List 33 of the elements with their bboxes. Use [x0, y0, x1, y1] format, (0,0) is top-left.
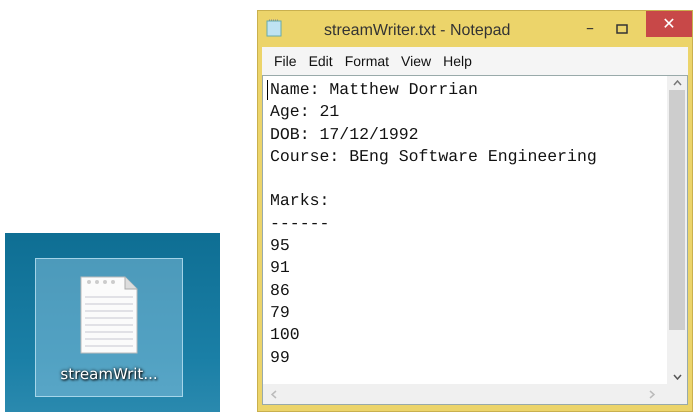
text-area[interactable]: Name: Matthew Dorrian Age: 21 DOB: 17/12/1992 Course: BEng Software Engineering Marks: ------ 95 91 86 79 100 99: [262, 75, 688, 405]
minimize-button[interactable]: –: [574, 15, 606, 41]
notepad-icon: [266, 19, 282, 37]
file-name: streamWrit...: [60, 364, 158, 385]
text-line: 95: [270, 235, 291, 258]
text-line: Name: Matthew Dorrian: [270, 79, 479, 101]
maximize-icon: [616, 24, 628, 34]
menu-item[interactable]: Edit: [302, 50, 339, 72]
chevron-left-icon[interactable]: [271, 390, 277, 398]
chevron-right-icon[interactable]: [649, 390, 655, 398]
horizontal-scrollbar[interactable]: [263, 384, 687, 404]
text-line: Marks:: [270, 190, 330, 212]
text-line: 99: [270, 346, 291, 369]
window-title: streamWriter.txt - Notepad: [323, 21, 512, 41]
menu-item[interactable]: Format: [338, 50, 396, 72]
text-line: DOB: 17/12/1992: [270, 124, 420, 146]
menu-item[interactable]: File: [268, 50, 303, 72]
text-line: Age: 21: [270, 101, 340, 124]
text-cursor: [267, 80, 268, 100]
chevron-down-icon[interactable]: [672, 374, 682, 380]
text-line: 91: [270, 257, 291, 280]
menu-item[interactable]: Help: [437, 50, 478, 72]
vertical-scrollbar[interactable]: [667, 76, 687, 384]
text-line: ------: [270, 212, 330, 235]
chevron-up-icon[interactable]: [672, 80, 682, 86]
menu-item[interactable]: View: [395, 50, 438, 72]
scroll-thumb[interactable]: [669, 90, 685, 330]
text-file-icon: [79, 275, 139, 355]
text-line: 86: [270, 280, 291, 302]
text-line: 79: [270, 302, 291, 324]
text-line: 100: [270, 324, 301, 346]
text-line: Course: BEng Software Engineering: [270, 146, 598, 168]
close-button[interactable]: ✕: [646, 11, 692, 37]
